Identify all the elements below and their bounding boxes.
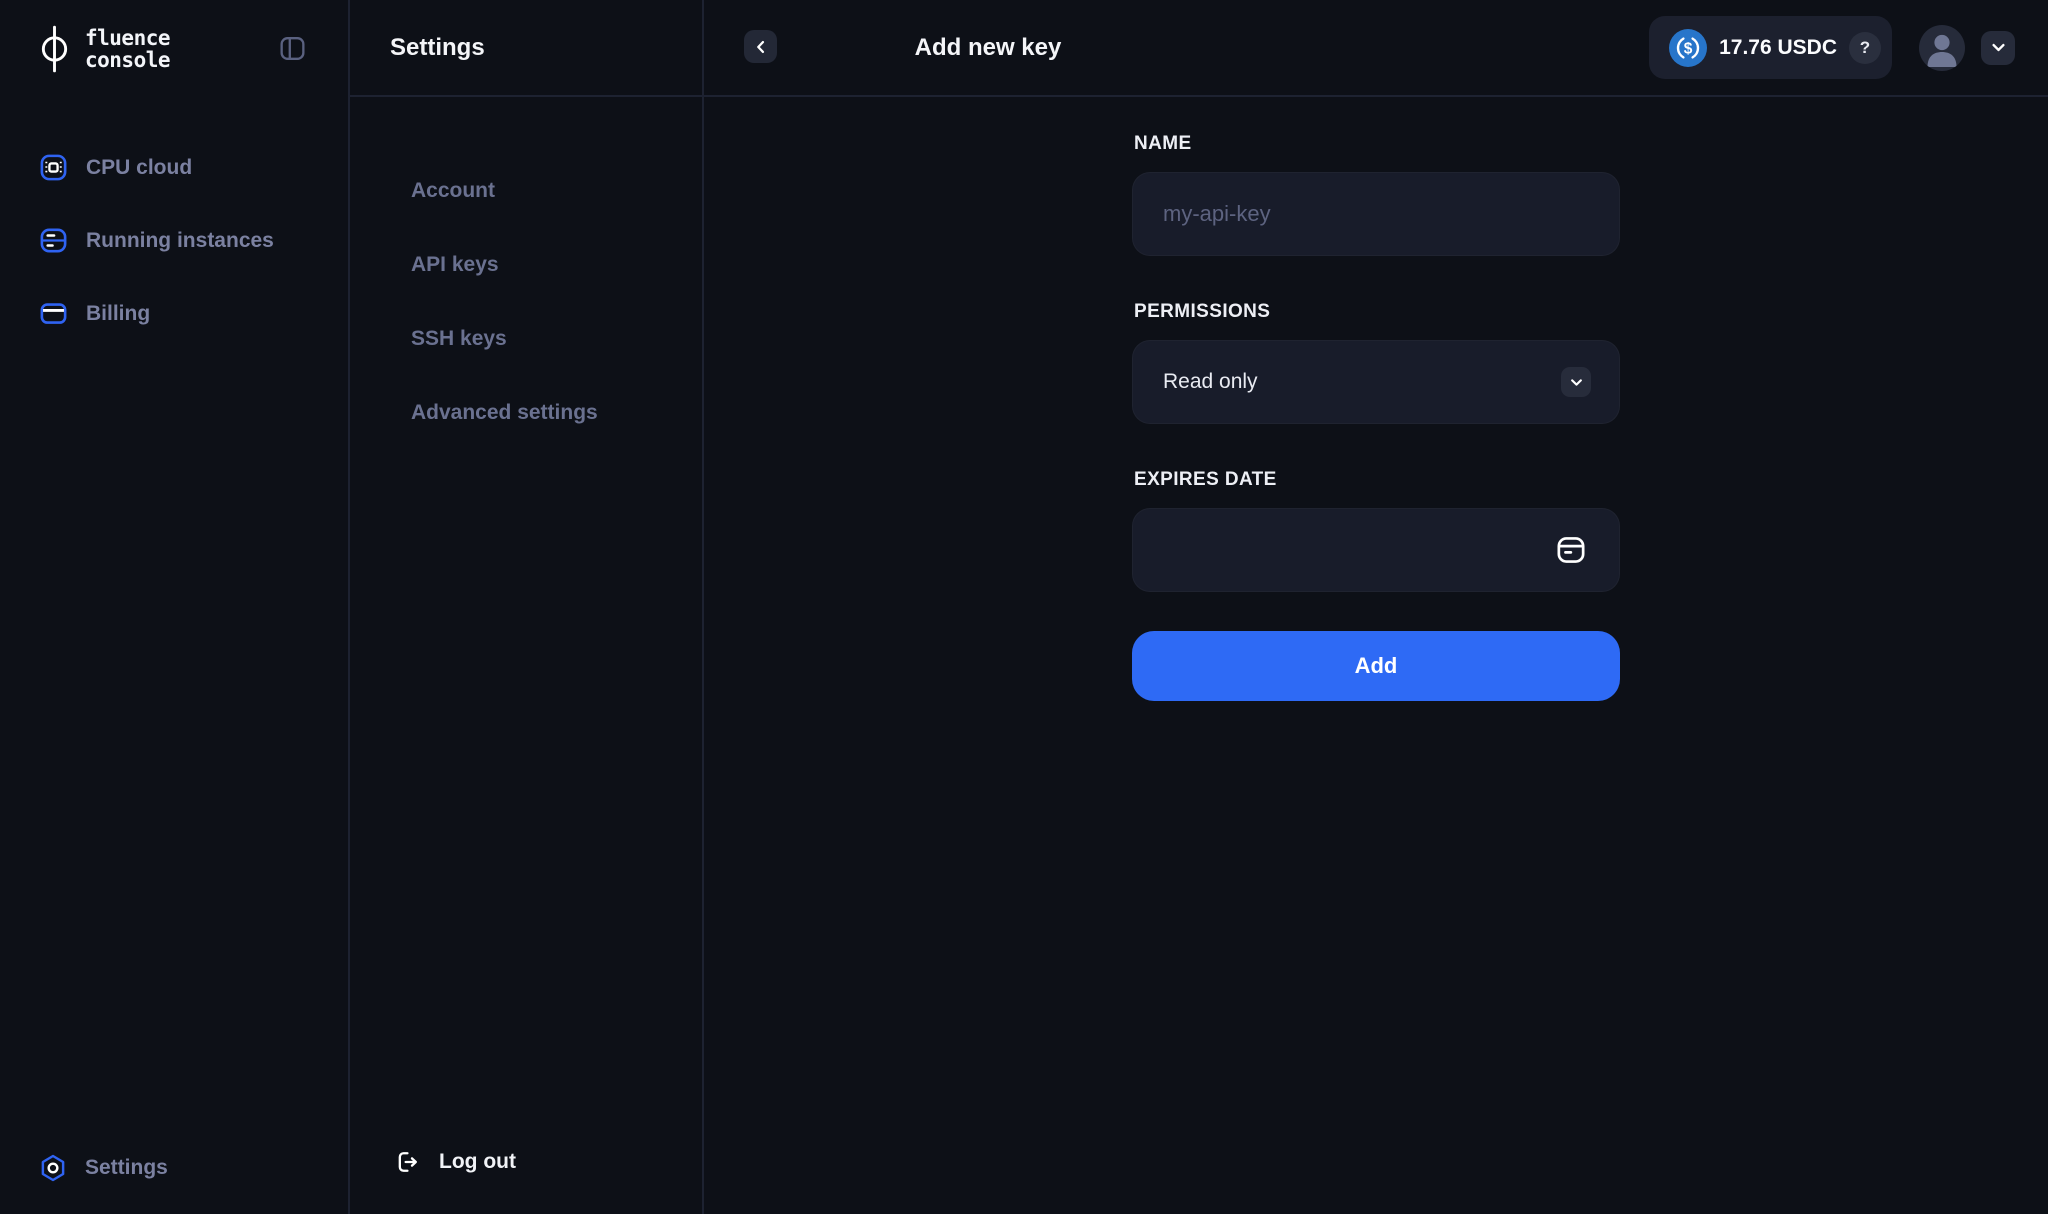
permissions-selected-value: Read only [1163, 370, 1258, 394]
sidebar-bottom: Settings [0, 1137, 348, 1214]
panel-left-icon [277, 33, 308, 64]
sidebar-item-label: Running instances [86, 229, 274, 253]
sidebar-item-running-instances[interactable]: Running instances [0, 204, 348, 277]
hexagon-settings-icon [38, 1153, 68, 1183]
balance-amount: 17.76 USDC [1719, 36, 1837, 60]
name-input[interactable] [1132, 172, 1620, 256]
expires-date-input[interactable] [1132, 508, 1620, 592]
settings-panel-bottom: Log out [350, 1136, 702, 1214]
chevron-down-icon [1990, 39, 2007, 56]
account-menu-button[interactable] [1981, 31, 2015, 65]
settings-nav-advanced-settings[interactable]: Advanced settings [350, 376, 702, 450]
main-content: NAME PERMISSIONS Read only [704, 97, 2048, 1214]
sidebar: fluence console [0, 0, 350, 1214]
credit-card-icon [38, 298, 69, 329]
name-field-group: NAME [1132, 133, 1620, 256]
svg-text:$: $ [1684, 40, 1693, 57]
permissions-label: PERMISSIONS [1134, 301, 1620, 323]
phi-logo-icon [38, 24, 71, 74]
logout-button[interactable]: Log out [350, 1136, 516, 1188]
question-icon: ? [1860, 38, 1870, 58]
settings-panel-header: Settings [350, 0, 702, 97]
settings-panel: Settings Account API keys SSH keys Advan… [350, 0, 704, 1214]
add-button[interactable]: Add [1132, 631, 1620, 701]
expires-label: EXPIRES DATE [1134, 469, 1620, 491]
sidebar-collapse-button[interactable] [277, 33, 308, 64]
logout-label: Log out [439, 1150, 516, 1174]
permissions-field-group: PERMISSIONS Read only [1132, 301, 1620, 424]
expires-field-group: EXPIRES DATE [1132, 469, 1620, 592]
name-label: NAME [1134, 133, 1620, 155]
brand-text: fluence console [85, 27, 170, 71]
main-area: Add new key $ 17.76 USDC ? [704, 0, 2048, 1214]
sidebar-item-label: CPU cloud [86, 156, 192, 180]
brand-line1: fluence [85, 27, 170, 49]
calendar-icon [1553, 532, 1589, 568]
calendar-button[interactable] [1552, 531, 1590, 569]
add-key-form: NAME PERMISSIONS Read only [1132, 97, 1620, 1214]
sidebar-item-billing[interactable]: Billing [0, 277, 348, 350]
logout-icon [394, 1148, 422, 1176]
settings-panel-title: Settings [390, 34, 485, 62]
settings-nav-account[interactable]: Account [350, 154, 702, 228]
sidebar-item-cpu-cloud[interactable]: CPU cloud [0, 131, 348, 204]
sidebar-item-settings[interactable]: Settings [0, 1137, 348, 1199]
back-button[interactable] [744, 30, 777, 63]
settings-nav-ssh-keys[interactable]: SSH keys [350, 302, 702, 376]
page-title: Add new key [915, 34, 1062, 62]
usdc-icon: $ [1669, 29, 1707, 67]
app-window: fluence console [0, 0, 2048, 1214]
main-header: Add new key $ 17.76 USDC ? [704, 0, 2048, 97]
user-icon [1919, 25, 1965, 71]
sidebar-item-label: Settings [85, 1156, 168, 1180]
sidebar-nav: CPU cloud Running instances [0, 97, 348, 350]
logo-row: fluence console [0, 0, 348, 97]
brand-line2: console [85, 49, 170, 71]
balance-pill[interactable]: $ 17.76 USDC ? [1649, 16, 1892, 79]
server-stack-icon [38, 225, 69, 256]
settings-nav-api-keys[interactable]: API keys [350, 228, 702, 302]
sidebar-item-label: Billing [86, 302, 150, 326]
balance-help-button[interactable]: ? [1849, 32, 1881, 64]
avatar[interactable] [1919, 25, 1965, 71]
permissions-select[interactable]: Read only [1132, 340, 1620, 424]
chevron-left-icon [753, 39, 769, 55]
settings-nav: Account API keys SSH keys Advanced setti… [350, 97, 702, 450]
cpu-icon [38, 152, 69, 183]
chevron-down-icon [1561, 367, 1591, 397]
header-right: $ 17.76 USDC ? [1649, 16, 2048, 79]
expires-date-wrap [1132, 508, 1620, 592]
brand-logo[interactable]: fluence console [38, 24, 170, 74]
